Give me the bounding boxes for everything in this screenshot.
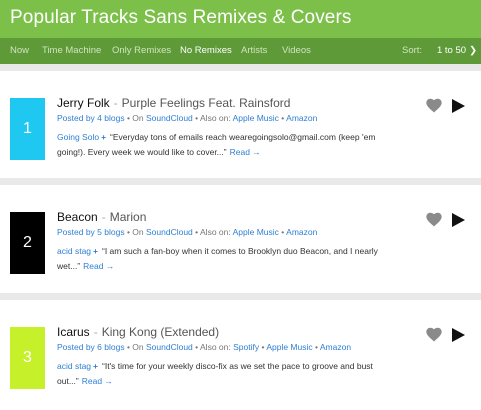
track-meta: Posted by 4 blogs • On SoundCloud • Also… xyxy=(57,113,317,123)
meta-bullet: • xyxy=(192,227,201,237)
also-on-label: Also on: xyxy=(200,227,233,237)
play-icon[interactable] xyxy=(452,328,465,342)
meta-bullet: • xyxy=(192,113,201,123)
sort-dropdown[interactable]: 1 to 50 ❯ xyxy=(437,45,477,56)
title-separator: - xyxy=(101,210,106,224)
rank-number: 1 xyxy=(23,120,32,137)
nav-item-videos[interactable]: Videos xyxy=(282,45,311,56)
song-title[interactable]: Purple Feelings Feat. Rainsford xyxy=(122,96,291,110)
source-link[interactable]: SoundCloud xyxy=(146,227,193,237)
blog-excerpt: acid stag + “I am such a fan-boy when it c… xyxy=(57,244,387,274)
also-on-label: Also on: xyxy=(200,113,233,123)
store-link-apple-music[interactable]: Apple Music xyxy=(233,227,279,237)
track-meta: Posted by 5 blogs • On SoundCloud • Also… xyxy=(57,227,317,237)
blog-excerpt: Going Solo + “Everyday tons of emails reac… xyxy=(57,130,387,160)
heart-icon[interactable] xyxy=(426,327,442,342)
track-title: Jerry Folk - Purple Feelings Feat. Rainsfo… xyxy=(57,96,290,110)
rank-number: 3 xyxy=(23,349,32,366)
follow-blog-plus-icon[interactable]: + xyxy=(93,246,98,256)
title-separator: - xyxy=(113,96,118,110)
source-link[interactable]: SoundCloud xyxy=(146,113,193,123)
posted-by-link[interactable]: Posted by 5 blogs xyxy=(57,227,125,237)
store-link-amazon[interactable]: Amazon xyxy=(320,342,351,352)
song-title[interactable]: King Kong (Extended) xyxy=(102,325,219,339)
artist-name[interactable]: Beacon xyxy=(57,210,98,224)
follow-blog-plus-icon[interactable]: + xyxy=(93,361,98,371)
source-link[interactable]: SoundCloud xyxy=(146,342,193,352)
play-icon[interactable] xyxy=(452,213,465,227)
nav-bar: Now Time Machine Only Remixes No Remixes… xyxy=(0,38,481,64)
track-title: Icarus - King Kong (Extended) xyxy=(57,325,219,339)
page-title: Popular Tracks Sans Remixes & Covers xyxy=(10,7,352,28)
read-more-link[interactable]: Read → xyxy=(83,261,114,271)
title-separator: - xyxy=(93,325,98,339)
on-label: On xyxy=(132,342,146,352)
sort-value: 1 to 50 xyxy=(437,45,467,56)
blog-name-link[interactable]: acid stag xyxy=(57,361,91,371)
nav-item-time-machine[interactable]: Time Machine xyxy=(42,45,101,56)
sort-label: Sort: xyxy=(402,45,423,56)
read-more-link[interactable]: Read → xyxy=(82,376,113,386)
blog-name-link[interactable]: Going Solo xyxy=(57,132,99,142)
nav-item-now[interactable]: Now xyxy=(10,45,29,56)
artist-name[interactable]: Icarus xyxy=(57,325,90,339)
song-title[interactable]: Marion xyxy=(110,210,147,224)
divider xyxy=(0,64,481,71)
nav-item-no-remixes[interactable]: No Remixes xyxy=(180,45,232,56)
meta-bullet: • xyxy=(312,342,320,352)
heart-icon[interactable] xyxy=(426,98,442,113)
heart-icon[interactable] xyxy=(426,212,442,227)
artist-name[interactable]: Jerry Folk xyxy=(57,96,110,110)
divider xyxy=(0,178,481,185)
rank-number: 2 xyxy=(23,234,32,251)
on-label: On xyxy=(132,227,146,237)
store-link-apple-music[interactable]: Apple Music xyxy=(233,113,279,123)
divider xyxy=(0,293,481,300)
follow-blog-plus-icon[interactable]: + xyxy=(101,132,106,142)
store-link-amazon[interactable]: Amazon xyxy=(286,113,317,123)
blog-excerpt: acid stag + “It's time for your weekly dis… xyxy=(57,359,387,389)
meta-bullet: • xyxy=(192,342,201,352)
chevron-right-icon: ❯ xyxy=(469,45,478,56)
store-link-amazon[interactable]: Amazon xyxy=(286,227,317,237)
page-header: Popular Tracks Sans Remixes & Covers xyxy=(0,0,481,38)
also-on-label: Also on: xyxy=(200,342,234,352)
posted-by-link[interactable]: Posted by 6 blogs xyxy=(57,342,125,352)
read-more-link[interactable]: Read → xyxy=(230,147,261,157)
play-icon[interactable] xyxy=(452,99,465,113)
blog-name-link[interactable]: acid stag xyxy=(57,246,91,256)
track-row: 3 Icarus - King Kong (Extended) Posted by … xyxy=(0,300,481,400)
rank-badge: 2 xyxy=(10,212,45,274)
track-meta: Posted by 6 blogs • On SoundCloud • Also… xyxy=(57,342,351,352)
track-title: Beacon - Marion xyxy=(57,210,146,224)
nav-item-artists[interactable]: Artists xyxy=(241,45,267,56)
track-row: 1 Jerry Folk - Purple Feelings Feat. Rains… xyxy=(0,71,481,171)
rank-badge: 3 xyxy=(10,327,45,389)
track-row: 2 Beacon - Marion Posted by 5 blogs • On S… xyxy=(0,185,481,285)
posted-by-link[interactable]: Posted by 4 blogs xyxy=(57,113,125,123)
store-link-spotify[interactable]: Spotify xyxy=(233,342,259,352)
nav-item-only-remixes[interactable]: Only Remixes xyxy=(112,45,171,56)
rank-badge: 1 xyxy=(10,98,45,160)
store-link-apple-music[interactable]: Apple Music xyxy=(266,342,312,352)
on-label: On xyxy=(132,113,146,123)
